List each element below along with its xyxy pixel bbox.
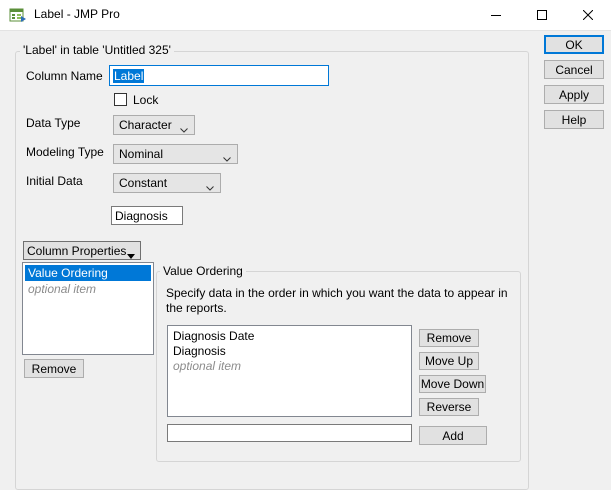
- window-title: Label - JMP Pro: [34, 7, 120, 21]
- value-ordering-description: Specify data in the order in which you w…: [166, 286, 508, 315]
- close-button[interactable]: [565, 0, 611, 30]
- constant-value-input[interactable]: Diagnosis: [111, 206, 183, 225]
- constant-value: Diagnosis: [115, 208, 168, 223]
- initial-data-label: Initial Data: [26, 174, 83, 188]
- title-bar: Label - JMP Pro: [0, 0, 611, 30]
- add-value-input[interactable]: [167, 424, 412, 442]
- chevron-down-icon: [206, 180, 214, 194]
- column-properties-menu[interactable]: Column Properties: [23, 241, 141, 260]
- value-item-diagnosis-date[interactable]: Diagnosis Date: [170, 328, 409, 344]
- move-up-button[interactable]: Move Up: [419, 352, 479, 370]
- chevron-down-icon: [180, 122, 188, 136]
- initial-data-value: Constant: [119, 176, 168, 190]
- modeling-type-select[interactable]: Nominal: [113, 144, 238, 164]
- minimize-button[interactable]: [473, 0, 519, 30]
- column-properties-remove-button[interactable]: Remove: [24, 359, 84, 378]
- maximize-button[interactable]: [519, 0, 565, 30]
- dropdown-arrow-icon: [127, 248, 135, 262]
- modeling-type-label: Modeling Type: [26, 145, 104, 159]
- value-remove-button[interactable]: Remove: [419, 329, 479, 347]
- ok-button[interactable]: OK: [544, 35, 604, 54]
- add-button[interactable]: Add: [419, 426, 487, 445]
- list-item-value-ordering[interactable]: Value Ordering: [25, 265, 151, 281]
- reverse-button[interactable]: Reverse: [419, 398, 479, 416]
- value-item-optional[interactable]: optional item: [170, 358, 409, 374]
- move-down-button[interactable]: Move Down: [419, 375, 486, 393]
- apply-button[interactable]: Apply: [544, 85, 604, 104]
- column-properties-label: Column Properties: [27, 243, 127, 258]
- column-properties-list[interactable]: Value Ordering optional item: [22, 262, 154, 355]
- group-legend: 'Label' in table 'Untitled 325': [20, 43, 174, 57]
- data-type-select[interactable]: Character: [113, 115, 195, 135]
- data-type-value: Character: [119, 118, 172, 132]
- modeling-type-value: Nominal: [119, 147, 164, 161]
- value-ordering-legend: Value Ordering: [160, 264, 246, 278]
- cancel-button[interactable]: Cancel: [544, 60, 604, 79]
- lock-label: Lock: [133, 93, 159, 107]
- value-item-diagnosis[interactable]: Diagnosis: [170, 343, 409, 359]
- maximize-icon: [537, 10, 547, 20]
- column-name-input[interactable]: Label: [109, 65, 329, 86]
- chevron-down-icon: [223, 151, 231, 165]
- data-type-label: Data Type: [26, 116, 81, 130]
- initial-data-select[interactable]: Constant: [113, 173, 221, 193]
- minimize-icon: [491, 10, 501, 20]
- column-name-value: Label: [113, 68, 145, 83]
- jmp-app-icon: [9, 7, 27, 23]
- lock-checkbox[interactable]: [114, 93, 127, 106]
- value-ordering-list[interactable]: Diagnosis Date Diagnosis optional item: [167, 325, 412, 417]
- help-button[interactable]: Help: [544, 110, 604, 129]
- dialog-client-area: OK Cancel Apply Help 'Label' in table 'U…: [0, 30, 611, 490]
- column-name-label: Column Name: [26, 69, 103, 83]
- list-item-optional[interactable]: optional item: [25, 281, 151, 297]
- close-icon: [583, 10, 593, 20]
